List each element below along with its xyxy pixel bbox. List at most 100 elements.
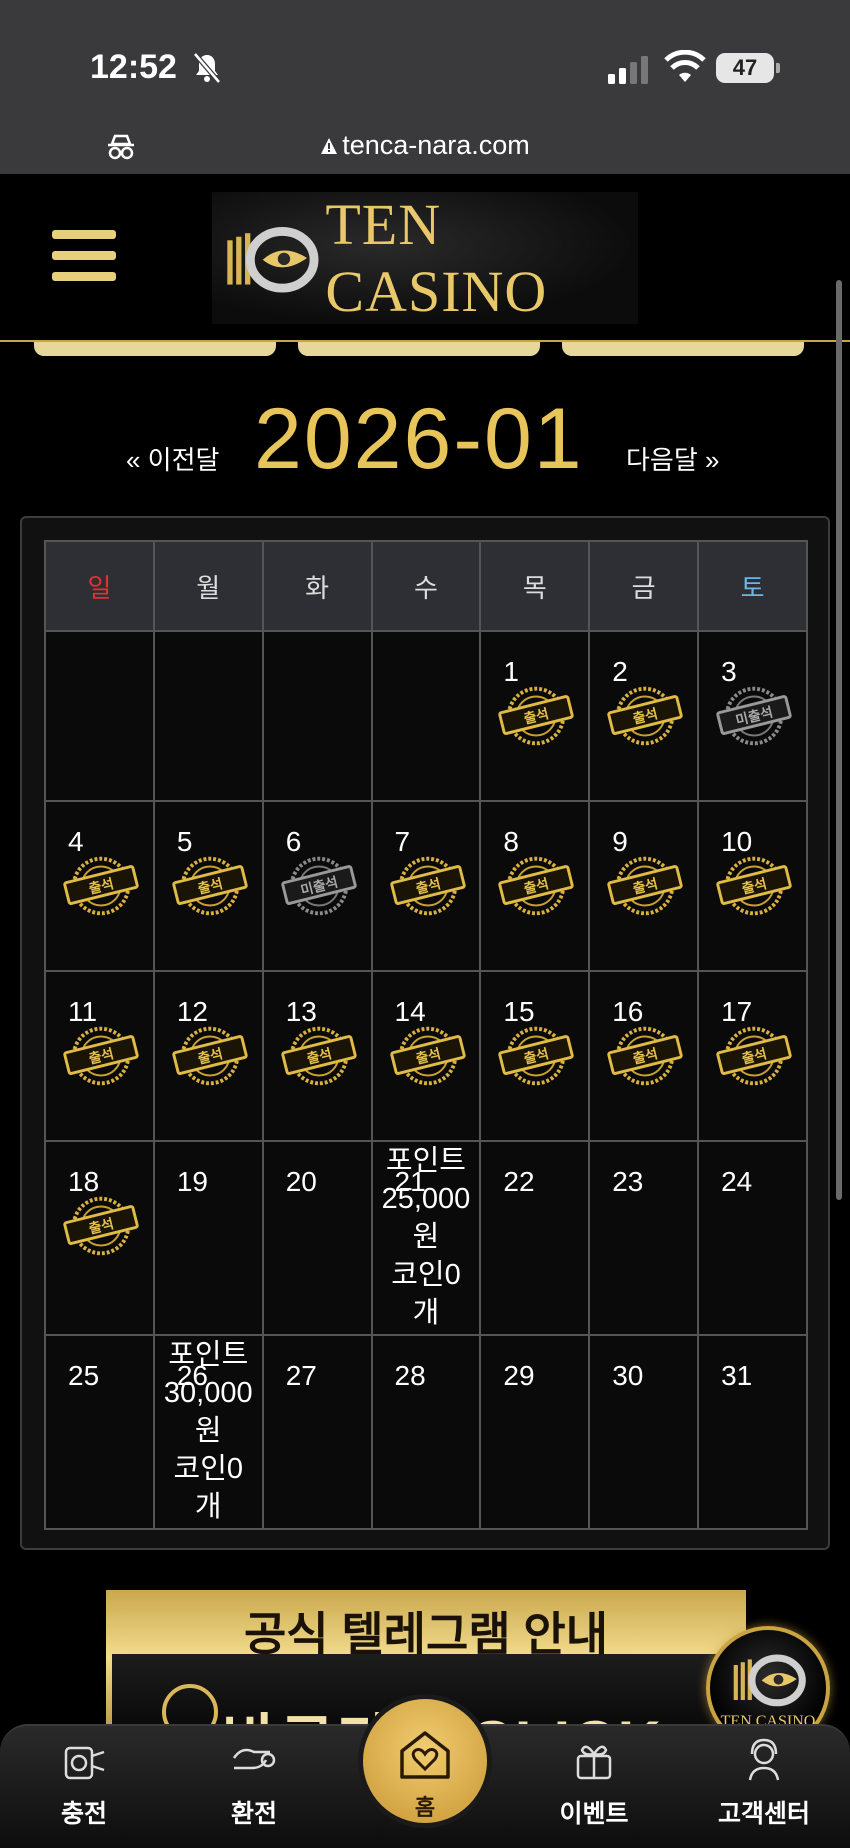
day-number: 20 [285, 1166, 317, 1197]
day-number: 29 [503, 1360, 535, 1391]
nav-exchange-label: 환전 [230, 1800, 277, 1828]
day-cell: 1 [479, 630, 591, 802]
nav-exchange[interactable]: 환전 [194, 1736, 314, 1830]
weekday-wed: 수 [370, 540, 482, 632]
weekday-thu: 목 [479, 540, 591, 632]
day-cell: 7 [370, 800, 482, 972]
wifi-icon [664, 50, 706, 82]
attended-stamp-icon [606, 854, 684, 918]
attended-stamp-icon [280, 1024, 358, 1088]
status-bar: 12:52 47 [0, 0, 850, 118]
logo-emblem-icon [227, 227, 319, 293]
weekday-fri: 금 [588, 540, 700, 632]
day-cell: 20 [261, 1140, 373, 1336]
day-number: 30 [612, 1360, 644, 1391]
home-heart-icon [400, 1731, 450, 1779]
attended-stamp-icon [715, 854, 793, 918]
month-title: 2026-01 [254, 391, 584, 487]
nav-support[interactable]: 고객센터 [704, 1736, 824, 1830]
empty-day-cell [152, 630, 264, 802]
reward-line: 코인0 [173, 1453, 244, 1485]
support-agent-icon [748, 1738, 780, 1781]
day-number: 19 [176, 1166, 208, 1197]
day-cell: 5 [152, 800, 264, 972]
day-cell: 29 [479, 1334, 591, 1530]
attended-stamp-icon [62, 854, 140, 918]
day-cell: 2 [588, 630, 700, 802]
attended-stamp-icon [715, 1024, 793, 1088]
nav-home-button[interactable]: 홈 [358, 1694, 492, 1828]
missed-stamp-icon [715, 684, 793, 748]
attended-stamp-icon [497, 854, 575, 918]
week-row: 18 19 20 21 포인트 25,000 원 코인0 개 22 23 24 [44, 1140, 808, 1336]
reward-line: 포인트 [168, 1339, 249, 1371]
reward-label: 포인트 30,000 원 코인0 개 [155, 1336, 262, 1526]
hamburger-menu-icon[interactable] [52, 230, 116, 288]
top-tab-3[interactable] [562, 342, 804, 356]
exchange-icon [232, 1748, 276, 1770]
day-cell: 11 [44, 970, 155, 1142]
reward-line: 개 [194, 1491, 222, 1523]
attended-stamp-icon [62, 1194, 140, 1258]
url-display[interactable]: tenca-nara.com [0, 130, 850, 161]
nav-charge[interactable]: 충전 [24, 1736, 144, 1830]
url-text: tenca-nara.com [342, 130, 530, 160]
weekday-header-row: 일 월 화 수 목 금 토 [44, 540, 808, 632]
day-cell: 12 [152, 970, 264, 1142]
day-cell: 4 [44, 800, 155, 972]
logo-emblem-icon [733, 1654, 806, 1707]
day-cell: 22 [479, 1140, 591, 1336]
reward-line: 30,000 [163, 1377, 253, 1409]
week-row: 25 26 포인트 30,000 원 코인0 개 27 28 29 30 31 [44, 1334, 808, 1530]
site-logo[interactable]: TEN CASINO [212, 192, 638, 324]
logo-text: TEN CASINO [325, 192, 548, 324]
reward-line: 원 [194, 1415, 222, 1447]
weekday-sat: 토 [697, 540, 808, 632]
battery-indicator: 47 [716, 53, 780, 83]
attended-stamp-icon [62, 1024, 140, 1088]
attended-stamp-icon [171, 1024, 249, 1088]
top-tab-1[interactable] [34, 342, 276, 356]
browser-url-bar[interactable]: tenca-nara.com [0, 118, 850, 174]
calendar-grid: 일 월 화 수 목 금 토 1 2 3 4 5 6 7 8 9 10 11 12… [44, 540, 808, 1530]
day-cell: 28 [370, 1334, 482, 1530]
day-cell: 3 [697, 630, 808, 802]
reward-line: 포인트 [385, 1145, 466, 1177]
warning-icon [321, 138, 338, 154]
weekday-tue: 화 [261, 540, 373, 632]
empty-day-cell [261, 630, 373, 802]
day-cell: 24 [697, 1140, 808, 1336]
weekday-sun: 일 [44, 540, 155, 632]
day-number: 24 [721, 1166, 753, 1197]
day-number: 22 [503, 1166, 535, 1197]
reward-line: 원 [412, 1221, 440, 1253]
nav-event[interactable]: 이벤트 [534, 1736, 654, 1830]
day-cell: 25 [44, 1334, 155, 1530]
nav-charge-label: 충전 [60, 1800, 107, 1828]
site-header: TEN CASINO [0, 174, 850, 342]
missed-stamp-icon [280, 854, 358, 918]
day-cell: 16 [588, 970, 700, 1142]
attended-stamp-icon [497, 1024, 575, 1088]
cell-signal-icon [608, 56, 648, 84]
day-number: 31 [721, 1360, 753, 1391]
reward-label: 포인트 25,000 원 코인0 개 [373, 1142, 480, 1332]
day-cell: 31 [697, 1334, 808, 1530]
day-cell: 27 [261, 1334, 373, 1530]
day-number: 25 [68, 1360, 100, 1391]
day-cell: 15 [479, 970, 591, 1142]
prev-month-link[interactable]: « 이전달 [126, 440, 219, 477]
next-month-link[interactable]: 다음달 » [626, 440, 719, 477]
day-cell-reward: 26 포인트 30,000 원 코인0 개 [152, 1334, 264, 1530]
reward-line: 25,000 [381, 1183, 471, 1215]
day-cell-reward: 21 포인트 25,000 원 코인0 개 [370, 1140, 482, 1336]
nav-event-label: 이벤트 [559, 1800, 629, 1828]
day-number: 27 [285, 1360, 317, 1391]
day-cell: 19 [152, 1140, 264, 1336]
day-cell: 8 [479, 800, 591, 972]
reward-line: 개 [412, 1297, 440, 1329]
top-tab-2[interactable] [298, 342, 540, 356]
charge-icon [64, 1746, 105, 1780]
week-row: 11 12 13 14 15 16 17 [44, 970, 808, 1142]
attended-stamp-icon [171, 854, 249, 918]
